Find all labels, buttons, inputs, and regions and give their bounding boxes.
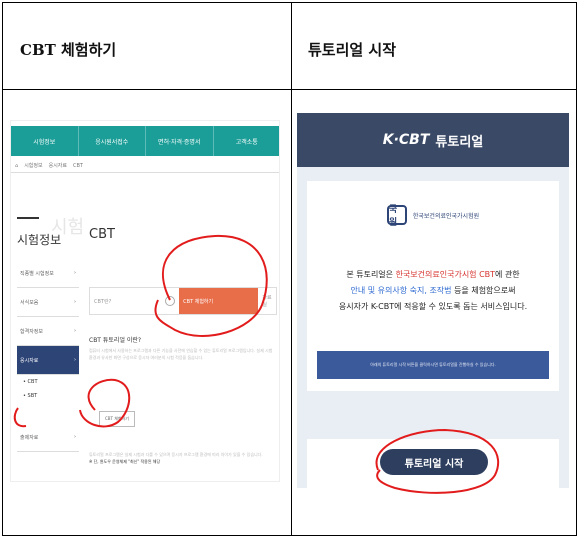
chevron-right-icon: ›: [74, 357, 76, 363]
sidebar-item-active[interactable]: 응시자료 ›: [17, 346, 79, 375]
notice-text: 튜토리얼 프로그램은 실제 시험과 다를 수 있으며 응시자 프로그램 환경에 …: [89, 452, 263, 464]
tab-cbt-info[interactable]: CBT란?: [90, 298, 165, 305]
breadcrumb-item[interactable]: 시험정보: [24, 162, 42, 169]
sidebar-item[interactable]: 합격자정보 ›: [17, 317, 79, 346]
breadcrumb: ⌂ 시험정보 응시자료 CBT: [11, 159, 279, 173]
nav-item[interactable]: 시험정보: [11, 126, 79, 156]
tab-archive[interactable]: 자료실: [258, 294, 276, 308]
breadcrumb-item[interactable]: 응시자료: [49, 162, 67, 169]
institution-row: 국원 한국보건의료인국가시험원: [307, 205, 559, 228]
nav-item[interactable]: 응시원서접수: [79, 126, 146, 156]
home-icon[interactable]: ⌂: [15, 163, 18, 169]
left-screenshot: 시험정보 응시원서접수 면허·자격·증명서 고객소통 ⌂ 시험정보 응시자료 C…: [10, 120, 280, 482]
cbt-tab-box: CBT란? CBT 체험하기 자료실: [89, 287, 277, 315]
chevron-right-icon: ›: [74, 299, 76, 305]
header-cbt-experience: CBT 체험하기: [20, 41, 117, 59]
tutorial-start-button[interactable]: 튜토리얼 시작: [380, 449, 488, 475]
sidebar-title: 시험정보: [17, 217, 61, 248]
instruction-bar: 아래의 튜토리얼 시작 버튼을 클릭하시면 튜토리얼을 진행하실 수 있습니다.: [317, 351, 549, 379]
nav-item[interactable]: 면허·자격·증명서: [146, 126, 214, 156]
sidebar-sub-cbt[interactable]: • CBT: [17, 375, 79, 389]
kcbt-logo: K·CBT: [382, 132, 430, 148]
tutorial-label: 튜토리얼: [435, 134, 484, 150]
intro-card: 국원 한국보건의료인국가시험원 본 튜토리얼은 한국보건의료인국가시험 CBT에…: [307, 181, 559, 391]
chevron-right-icon: ›: [74, 434, 76, 440]
sidebar-menu: 직종별 시험정보 › 서식모음 › 합격자정보 › 응시자료 › • CBT • SBT…: [17, 259, 79, 452]
tab-cbt-experience[interactable]: CBT 체험하기: [179, 288, 259, 314]
sidebar-sub-sbt[interactable]: • SBT: [17, 389, 79, 403]
sidebar-item[interactable]: 출제자료 ›: [17, 423, 79, 452]
question-heading: CBT 튜토리얼 이란?: [89, 337, 142, 344]
breadcrumb-item[interactable]: CBT: [73, 163, 83, 169]
right-screenshot: K·CBT 튜토리얼 국원 한국보건의료인국가시험원 본 튜토리얼은 한국보건의…: [297, 113, 569, 488]
tutorial-header: K·CBT 튜토리얼: [297, 113, 569, 167]
chevron-right-icon: ›: [74, 270, 76, 276]
site-navbar: 시험정보 응시원서접수 면허·자격·증명서 고객소통: [11, 126, 280, 156]
cbt-experience-button[interactable]: CBT 체험하기: [99, 411, 135, 427]
sidebar-item[interactable]: 서식모음 ›: [17, 288, 79, 317]
chevron-right-icon: ›: [74, 328, 76, 334]
header-tutorial-start: 튜토리얼 시작: [308, 41, 397, 59]
table-divider-vertical: [291, 3, 292, 535]
intro-description: 본 튜토리얼은 한국보건의료인국가시험 CBT에 관한 안내 및 유의사항 숙지…: [338, 270, 528, 311]
nav-item[interactable]: 고객소통: [214, 126, 280, 156]
description-text: 컴퓨터 시험에서 사용하는 프로그램과 다른 기능을 사전에 연습할 수 있는 …: [89, 348, 273, 360]
sidebar-item[interactable]: 직종별 시험정보 ›: [17, 259, 79, 288]
table-divider-horizontal: [3, 89, 576, 90]
institution-name: 한국보건의료인국가시험원: [412, 212, 480, 220]
circle-icon: [165, 296, 176, 306]
main-title: CBT: [89, 227, 115, 242]
institution-logo: 국원: [386, 205, 407, 228]
